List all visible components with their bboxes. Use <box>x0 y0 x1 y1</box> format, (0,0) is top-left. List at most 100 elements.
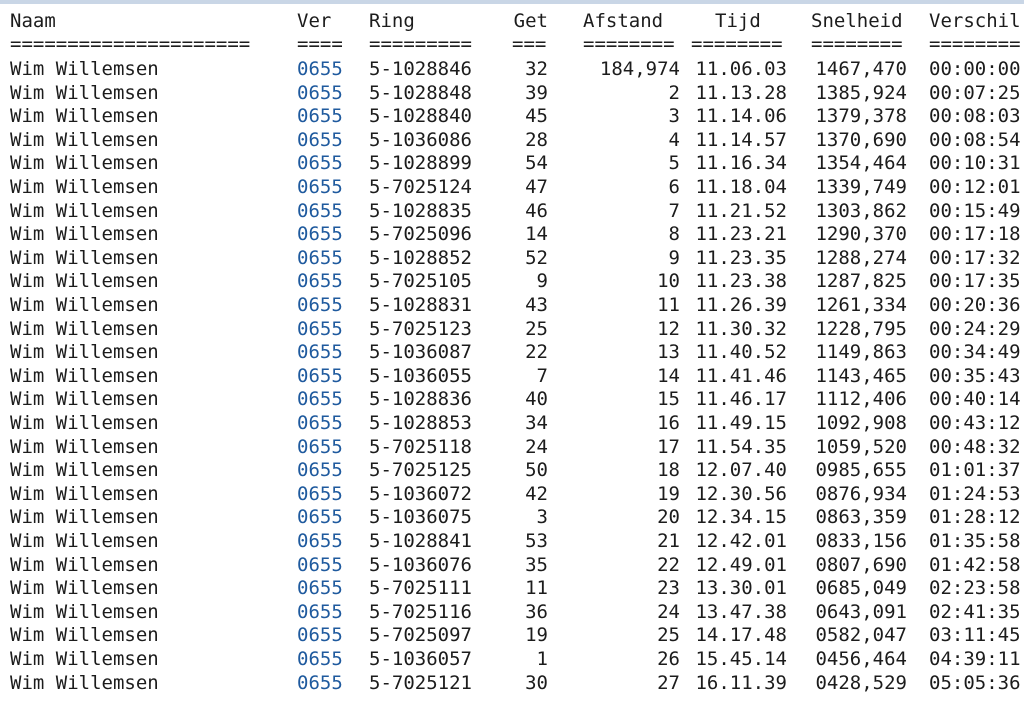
cell-ver-link[interactable]: 0655 <box>297 365 343 389</box>
cell-ver-link[interactable]: 0655 <box>297 176 343 200</box>
cell-snelheid: 1467,470 <box>815 58 907 80</box>
cell-afstand: 5 <box>668 152 680 175</box>
cell-get: 30 <box>525 671 548 694</box>
cell-naam: Wim Willemsen <box>10 530 159 552</box>
cell-tijd: 12.30.56 <box>695 482 787 505</box>
cell-ver-link[interactable]: 0655 <box>297 672 343 696</box>
cell-ver-link[interactable]: 0655 <box>297 577 343 601</box>
cell-verschil: 00:08:54 <box>929 128 1021 151</box>
cell-ver-link[interactable]: 0655 <box>297 436 343 460</box>
cell-tijd: 11.46.17 <box>695 388 787 411</box>
cell-get: 19 <box>525 624 548 647</box>
cell-verschil: 00:20:36 <box>929 294 1021 316</box>
cell-ring: 5-1028848 <box>369 81 472 104</box>
cell-tijd: 11.18.04 <box>695 176 787 198</box>
cell-ver-link[interactable]: 0655 <box>297 152 343 176</box>
cell-ver-link[interactable]: 0655 <box>297 459 343 483</box>
cell-ver-link[interactable]: 0655 <box>297 601 343 625</box>
cell-ver-link[interactable]: 0655 <box>297 294 343 318</box>
cell-ring: 5-1028852 <box>369 246 472 269</box>
cell-ring: 5-1036057 <box>369 648 472 670</box>
cell-naam: Wim Willemsen <box>10 577 159 600</box>
cell-tijd: 11.23.35 <box>695 246 787 269</box>
cell-ver-link[interactable]: 0655 <box>297 129 343 153</box>
cell-ver-link[interactable]: 0655 <box>297 506 343 530</box>
header-afstand: Afstand <box>583 10 664 32</box>
table-row: Wim Willemsen 0655 5-1028846 32 184,974 11.06… <box>0 58 1024 82</box>
cell-naam: Wim Willemsen <box>10 624 159 647</box>
cell-naam: Wim Willemsen <box>10 176 159 198</box>
table-row: Wim Willemsen 0655 5-1028853 34 16 11.49.15 10… <box>0 412 1024 436</box>
separator-ver: ==== <box>297 33 343 55</box>
cell-snelheid: 0582,047 <box>815 624 907 647</box>
table-row: Wim Willemsen 0655 5-7025125 50 18 12.07.40 09… <box>0 459 1024 483</box>
cell-ver-link[interactable]: 0655 <box>297 58 343 82</box>
cell-ver-link[interactable]: 0655 <box>297 483 343 507</box>
table-row: Wim Willemsen 0655 5-7025105 9 10 11.23.38 128… <box>0 270 1024 294</box>
cell-afstand: 24 <box>657 600 680 623</box>
cell-ver-link[interactable]: 0655 <box>297 624 343 648</box>
cell-snelheid: 1290,370 <box>815 223 907 246</box>
cell-get: 36 <box>525 600 548 623</box>
cell-get: 43 <box>525 294 548 316</box>
cell-naam: Wim Willemsen <box>10 270 159 293</box>
cell-ver-link[interactable]: 0655 <box>297 388 343 412</box>
cell-ring: 5-7025123 <box>369 317 472 340</box>
table-row: Wim Willemsen 0655 5-7025111 11 23 13.30.01 06… <box>0 577 1024 601</box>
cell-ver-link[interactable]: 0655 <box>297 270 343 294</box>
cell-ring: 5-7025116 <box>369 600 472 623</box>
cell-verschil: 01:24:53 <box>929 482 1021 505</box>
cell-afstand: 15 <box>657 388 680 411</box>
cell-verschil: 00:17:35 <box>929 270 1021 293</box>
cell-ring: 5-7025118 <box>369 435 472 458</box>
cell-get: 47 <box>525 176 548 198</box>
cell-ring: 5-7025105 <box>369 270 472 293</box>
cell-verschil: 01:35:58 <box>929 530 1021 552</box>
cell-afstand: 10 <box>657 270 680 293</box>
cell-ring: 5-1028835 <box>369 199 472 222</box>
table-row: Wim Willemsen 0655 5-1028899 54 5 11.16.34 135… <box>0 152 1024 176</box>
cell-tijd: 11.16.34 <box>695 152 787 175</box>
cell-naam: Wim Willemsen <box>10 506 159 529</box>
cell-naam: Wim Willemsen <box>10 435 159 458</box>
cell-get: 34 <box>525 412 548 434</box>
cell-afstand: 184,974 <box>599 58 680 80</box>
cell-ver-link[interactable]: 0655 <box>297 530 343 554</box>
cell-afstand: 14 <box>657 364 680 387</box>
table-row: Wim Willemsen 0655 5-1036086 28 4 11.14.57 137… <box>0 129 1024 153</box>
cell-ver-link[interactable]: 0655 <box>297 554 343 578</box>
cell-tijd: 16.11.39 <box>695 671 787 694</box>
cell-get: 14 <box>525 223 548 246</box>
cell-ver-link[interactable]: 0655 <box>297 341 343 365</box>
cell-verschil: 03:11:45 <box>929 624 1021 647</box>
cell-ver-link[interactable]: 0655 <box>297 318 343 342</box>
cell-snelheid: 0807,690 <box>815 553 907 576</box>
cell-verschil: 00:43:12 <box>929 412 1021 434</box>
table-row: Wim Willemsen 0655 5-1028835 46 7 11.21.52 130… <box>0 200 1024 224</box>
cell-get: 54 <box>525 152 548 175</box>
cell-ring: 5-7025111 <box>369 577 472 600</box>
cell-verschil: 00:35:43 <box>929 364 1021 387</box>
cell-get: 3 <box>536 506 548 529</box>
cell-naam: Wim Willemsen <box>10 671 159 694</box>
cell-snelheid: 1261,334 <box>815 294 907 316</box>
separator-naam: ===================== <box>10 33 251 55</box>
cell-ver-link[interactable]: 0655 <box>297 412 343 436</box>
cell-ver-link[interactable]: 0655 <box>297 223 343 247</box>
cell-tijd: 12.34.15 <box>695 506 787 529</box>
cell-ring: 5-7025124 <box>369 176 472 198</box>
cell-ver-link[interactable]: 0655 <box>297 105 343 129</box>
cell-ver-link[interactable]: 0655 <box>297 200 343 224</box>
cell-get: 32 <box>525 58 548 80</box>
cell-afstand: 22 <box>657 553 680 576</box>
cell-snelheid: 1339,749 <box>815 176 907 198</box>
cell-ver-link[interactable]: 0655 <box>297 82 343 106</box>
cell-tijd: 12.07.40 <box>695 459 787 482</box>
cell-naam: Wim Willemsen <box>10 553 159 576</box>
cell-tijd: 11.21.52 <box>695 199 787 222</box>
header-snelheid: Snelheid <box>811 10 903 32</box>
cell-ver-link[interactable]: 0655 <box>297 648 343 672</box>
cell-ver-link[interactable]: 0655 <box>297 247 343 271</box>
table-row: Wim Willemsen 0655 5-1036055 7 14 11.41.46 114… <box>0 365 1024 389</box>
cell-afstand: 3 <box>668 105 680 128</box>
